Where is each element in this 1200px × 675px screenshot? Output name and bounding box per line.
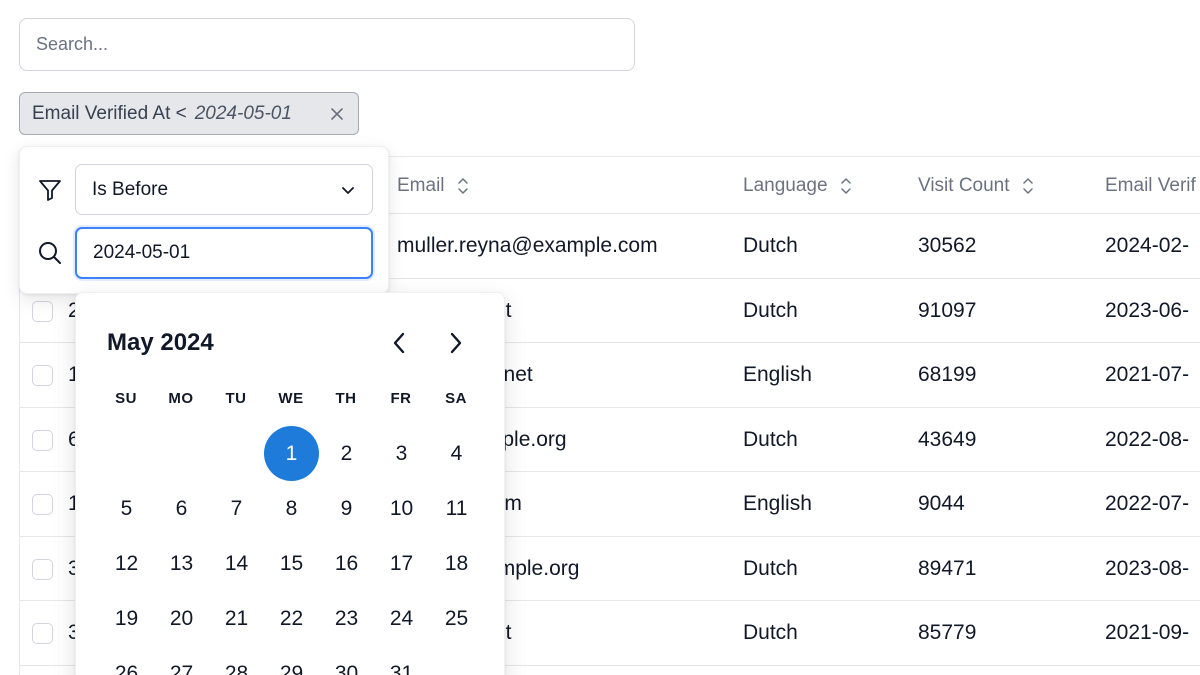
calendar-day[interactable]: 29 bbox=[264, 646, 319, 675]
column-label: Email Verif bbox=[1105, 174, 1196, 196]
calendar-day[interactable]: 23 bbox=[319, 591, 374, 646]
visit-count-cell: 89471 bbox=[918, 556, 977, 580]
email-cell: muller.reyna@example.com bbox=[397, 234, 658, 257]
row-checkbox[interactable] bbox=[32, 623, 53, 644]
previous-month-button[interactable] bbox=[387, 331, 411, 355]
row-checkbox[interactable] bbox=[32, 558, 53, 580]
column-label: Language bbox=[743, 174, 828, 196]
email-verified-cell: 2023-08- bbox=[1105, 556, 1190, 580]
visit-count-cell: 30562 bbox=[918, 234, 977, 257]
search-icon bbox=[39, 242, 61, 264]
language-cell: Dutch bbox=[743, 556, 798, 580]
language-cell: English bbox=[743, 492, 812, 515]
column-header-language[interactable]: Language bbox=[743, 157, 852, 214]
chevron-right-icon bbox=[450, 332, 462, 354]
weekday-label: SA bbox=[445, 390, 467, 407]
row-checkbox[interactable] bbox=[32, 365, 53, 386]
next-month-button[interactable] bbox=[444, 331, 468, 355]
operator-select[interactable]: Is Before bbox=[75, 164, 373, 215]
language-cell: Dutch bbox=[743, 298, 798, 322]
email-verified-cell: 2022-07- bbox=[1105, 492, 1190, 515]
weekday-label: WE bbox=[278, 390, 304, 407]
calendar-day[interactable]: 11 bbox=[429, 481, 484, 536]
weekday-label: SU bbox=[115, 390, 137, 407]
calendar-day[interactable]: 17 bbox=[374, 536, 429, 591]
column-label: Email bbox=[397, 174, 445, 196]
calendar-day[interactable]: 14 bbox=[209, 536, 264, 591]
email-verified-cell: 2021-09- bbox=[1105, 621, 1190, 644]
visit-count-cell: 85779 bbox=[918, 621, 977, 644]
remove-filter-icon[interactable] bbox=[328, 105, 346, 123]
chip-label: Email Verified At < bbox=[32, 102, 187, 124]
calendar-day[interactable]: 9 bbox=[319, 481, 374, 536]
weekday-label: FR bbox=[390, 390, 412, 407]
calendar-day[interactable]: 5 bbox=[99, 481, 154, 536]
sort-icon[interactable] bbox=[1022, 177, 1034, 195]
email-verified-cell: 2022-08- bbox=[1105, 427, 1190, 451]
active-filter-chip[interactable]: Email Verified At < 2024-05-01 bbox=[19, 92, 359, 135]
calendar-day[interactable]: 8 bbox=[264, 481, 319, 536]
filter-value-field[interactable] bbox=[75, 227, 373, 279]
email-verified-cell: 2023-06- bbox=[1105, 298, 1190, 322]
language-cell: English bbox=[743, 363, 812, 386]
calendar-day[interactable]: 26 bbox=[99, 646, 154, 675]
calendar-day[interactable]: 28 bbox=[209, 646, 264, 675]
language-cell: Dutch bbox=[743, 234, 798, 257]
calendar-day[interactable]: 20 bbox=[154, 591, 209, 646]
calendar-day[interactable]: 7 bbox=[209, 481, 264, 536]
filter-popover: Is Before bbox=[19, 146, 389, 294]
calendar-day[interactable]: 15 bbox=[264, 536, 319, 591]
column-header-visit-count[interactable]: Visit Count bbox=[918, 157, 1034, 214]
language-cell: Dutch bbox=[743, 621, 798, 644]
calendar-day[interactable]: 21 bbox=[209, 591, 264, 646]
calendar-day[interactable]: 25 bbox=[429, 591, 484, 646]
weekday-label: TH bbox=[335, 390, 357, 407]
calendar-day[interactable]: 3 bbox=[374, 426, 429, 481]
row-checkbox[interactable] bbox=[32, 300, 53, 322]
row-checkbox[interactable] bbox=[32, 429, 53, 451]
sort-icon[interactable] bbox=[840, 177, 852, 195]
calendar-day[interactable]: 4 bbox=[429, 426, 484, 481]
email-verified-cell: 2021-07- bbox=[1105, 363, 1190, 386]
calendar-day[interactable]: 24 bbox=[374, 591, 429, 646]
calendar-day[interactable]: 19 bbox=[99, 591, 154, 646]
calendar-day[interactable]: 18 bbox=[429, 536, 484, 591]
calendar-day[interactable]: 30 bbox=[319, 646, 374, 675]
sort-icon[interactable] bbox=[457, 177, 469, 195]
calendar-day-selected[interactable]: 1 bbox=[264, 426, 319, 481]
chevron-down-icon bbox=[342, 186, 354, 194]
calendar-day[interactable]: 12 bbox=[99, 536, 154, 591]
weekday-label: MO bbox=[168, 390, 194, 407]
calendar-day[interactable]: 31 bbox=[374, 646, 429, 675]
calendar-day[interactable]: 2 bbox=[319, 426, 374, 481]
column-header-email[interactable]: Email bbox=[397, 157, 469, 214]
calendar-day[interactable]: 22 bbox=[264, 591, 319, 646]
calendar-month-title: May 2024 bbox=[107, 329, 214, 356]
weekday-label: TU bbox=[225, 390, 247, 407]
column-label: Visit Count bbox=[918, 174, 1010, 196]
column-header-email-verified[interactable]: Email Verif bbox=[1105, 157, 1196, 214]
operator-value: Is Before bbox=[92, 178, 169, 200]
date-picker: May 2024 SU MO TU WE TH FR SA 1 2 3 4 5 6 7 8 9 10 11 12 1… bbox=[75, 292, 505, 675]
calendar-day[interactable]: 10 bbox=[374, 481, 429, 536]
language-cell: Dutch bbox=[743, 427, 798, 451]
calendar-day[interactable]: 27 bbox=[154, 646, 209, 675]
filter-value-input[interactable] bbox=[93, 242, 355, 264]
email-verified-cell: 2024-02- bbox=[1105, 234, 1190, 257]
search-input[interactable] bbox=[36, 34, 634, 55]
filter-icon bbox=[39, 180, 61, 201]
calendar-day[interactable]: 13 bbox=[154, 536, 209, 591]
visit-count-cell: 68199 bbox=[918, 363, 977, 386]
visit-count-cell: 43649 bbox=[918, 427, 977, 451]
calendar-day[interactable]: 16 bbox=[319, 536, 374, 591]
visit-count-cell: 9044 bbox=[918, 492, 965, 515]
chevron-left-icon bbox=[393, 332, 405, 354]
calendar-day[interactable]: 6 bbox=[154, 481, 209, 536]
row-checkbox[interactable] bbox=[32, 494, 53, 515]
search-field[interactable] bbox=[19, 18, 635, 71]
visit-count-cell: 91097 bbox=[918, 298, 977, 322]
chip-value: 2024-05-01 bbox=[194, 102, 292, 124]
